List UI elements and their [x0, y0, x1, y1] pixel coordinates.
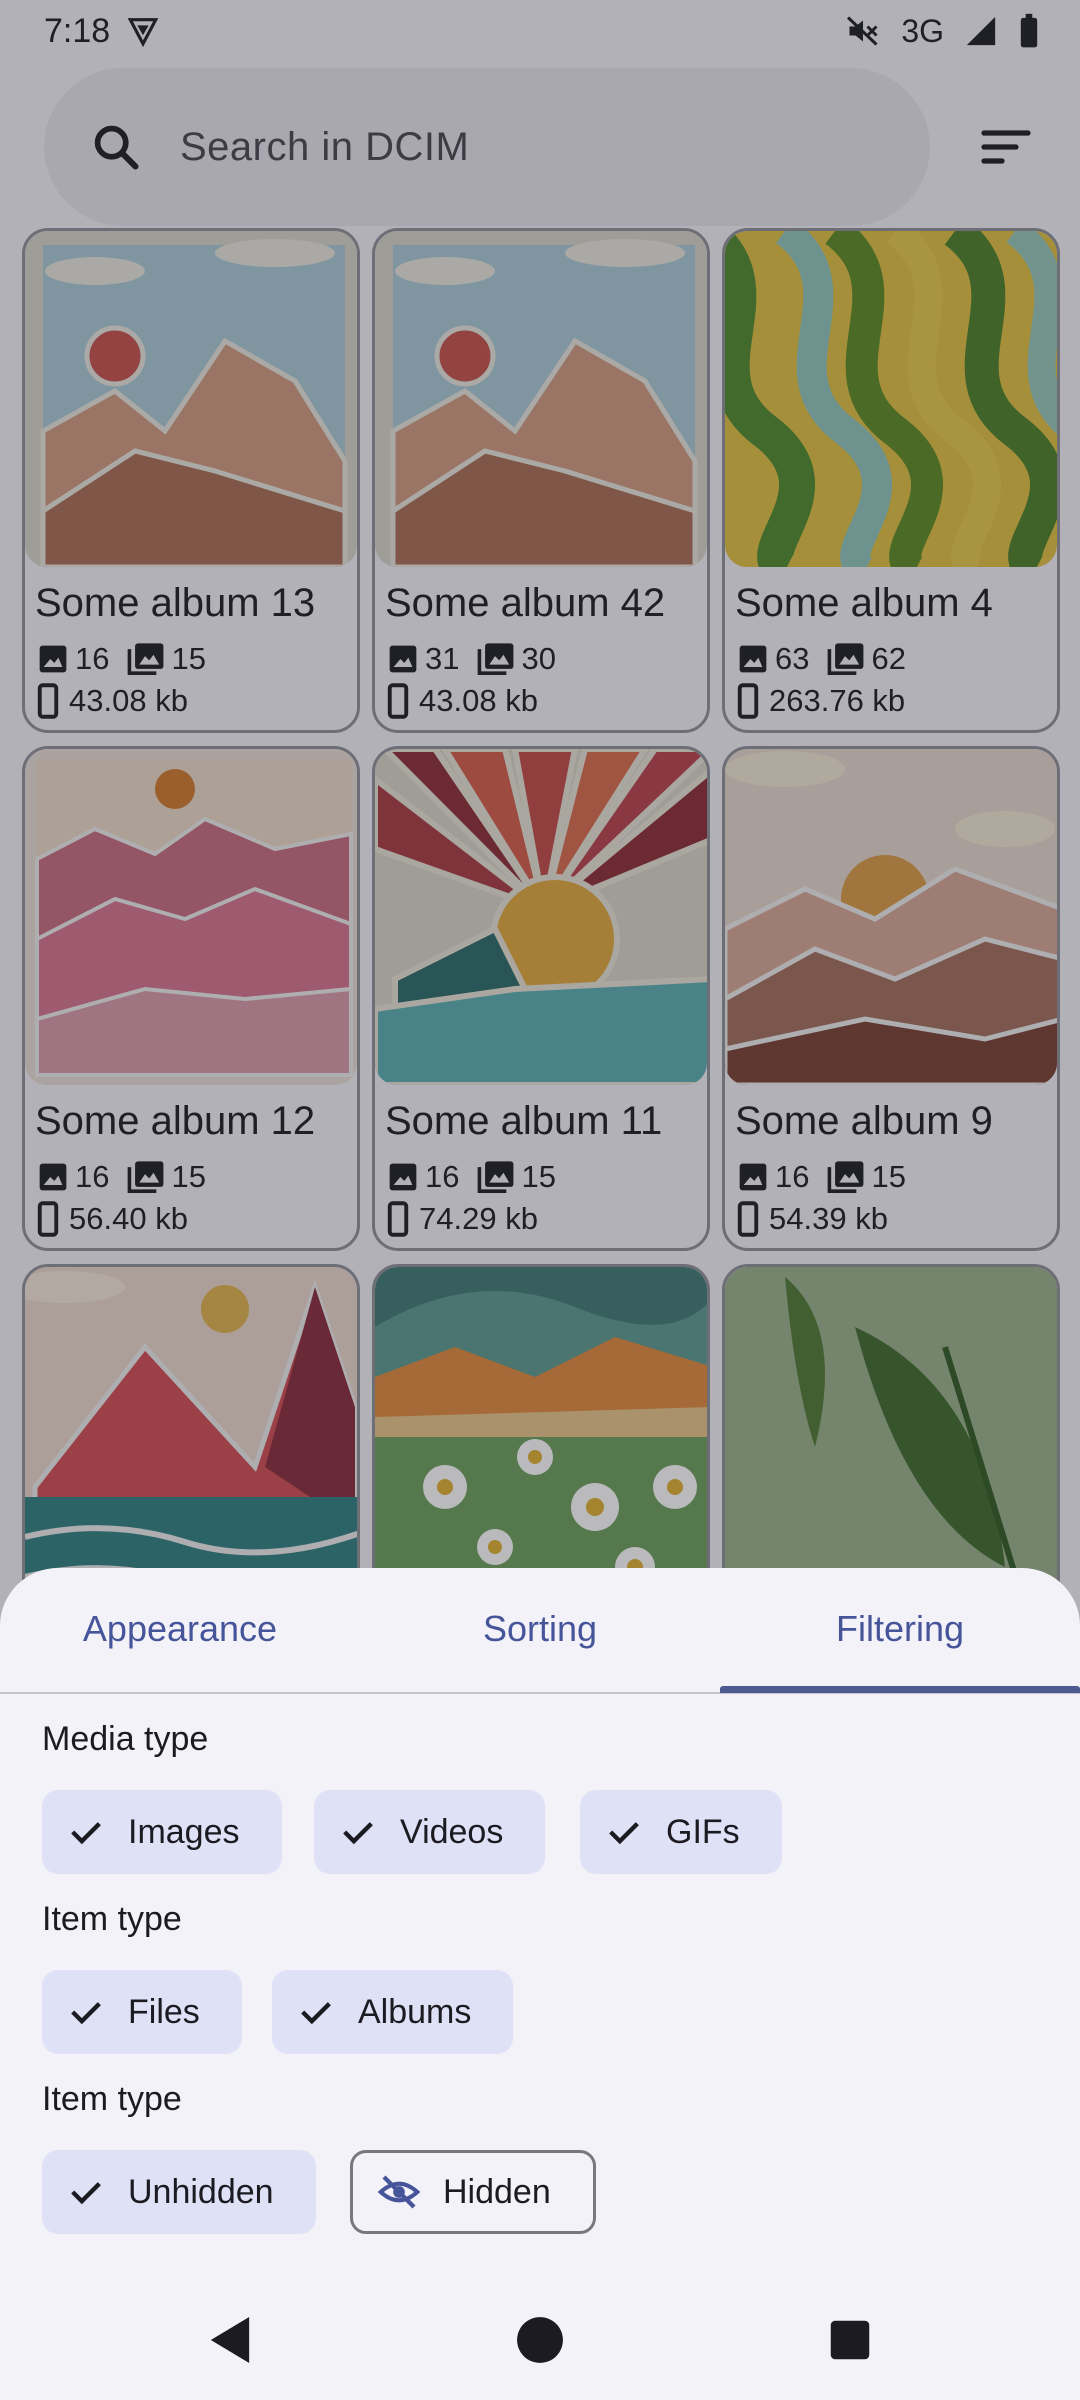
active-tab-indicator	[720, 1686, 1080, 1693]
filter-bottom-sheet: Appearance Sorting Filtering Media type …	[0, 1568, 1080, 2400]
tab-sorting[interactable]: Sorting	[360, 1608, 720, 1650]
back-button[interactable]	[200, 2310, 260, 2370]
tab-filtering[interactable]: Filtering	[720, 1608, 1080, 1650]
chip-albums[interactable]: Albums	[272, 1970, 514, 2054]
check-icon	[296, 1992, 336, 2032]
chip-label: GIFs	[666, 1812, 740, 1851]
tab-appearance[interactable]: Appearance	[0, 1608, 360, 1650]
chip-label: Videos	[400, 1812, 504, 1851]
recents-button[interactable]	[820, 2310, 880, 2370]
visibility-off-icon	[377, 2172, 421, 2212]
chip-label: Files	[128, 1992, 200, 2031]
sheet-tabs: Appearance Sorting Filtering	[0, 1568, 1080, 1694]
chip-label: Images	[128, 1812, 240, 1851]
home-button[interactable]	[510, 2310, 570, 2370]
check-icon	[66, 1812, 106, 1852]
check-icon	[338, 1812, 378, 1852]
chip-label: Hidden	[443, 2172, 551, 2211]
recents-square-icon	[829, 2319, 871, 2361]
check-icon	[66, 1992, 106, 2032]
chip-gifs[interactable]: GIFs	[580, 1790, 782, 1874]
chip-label: Albums	[358, 1992, 472, 2031]
chip-label: Unhidden	[128, 2172, 274, 2211]
check-icon	[604, 1812, 644, 1852]
back-triangle-icon	[207, 2315, 253, 2365]
chip-hidden[interactable]: Hidden	[350, 2150, 596, 2234]
system-navigation-bar	[0, 2280, 1080, 2400]
check-icon	[66, 2172, 106, 2212]
media-type-label: Media type	[42, 1720, 209, 1758]
chip-images[interactable]: Images	[42, 1790, 282, 1874]
chip-unhidden[interactable]: Unhidden	[42, 2150, 316, 2234]
chip-videos[interactable]: Videos	[314, 1790, 546, 1874]
visibility-label: Item type	[42, 2080, 182, 2118]
item-type-label: Item type	[42, 1900, 182, 1938]
chip-files[interactable]: Files	[42, 1970, 242, 2054]
home-circle-icon	[515, 2315, 565, 2365]
